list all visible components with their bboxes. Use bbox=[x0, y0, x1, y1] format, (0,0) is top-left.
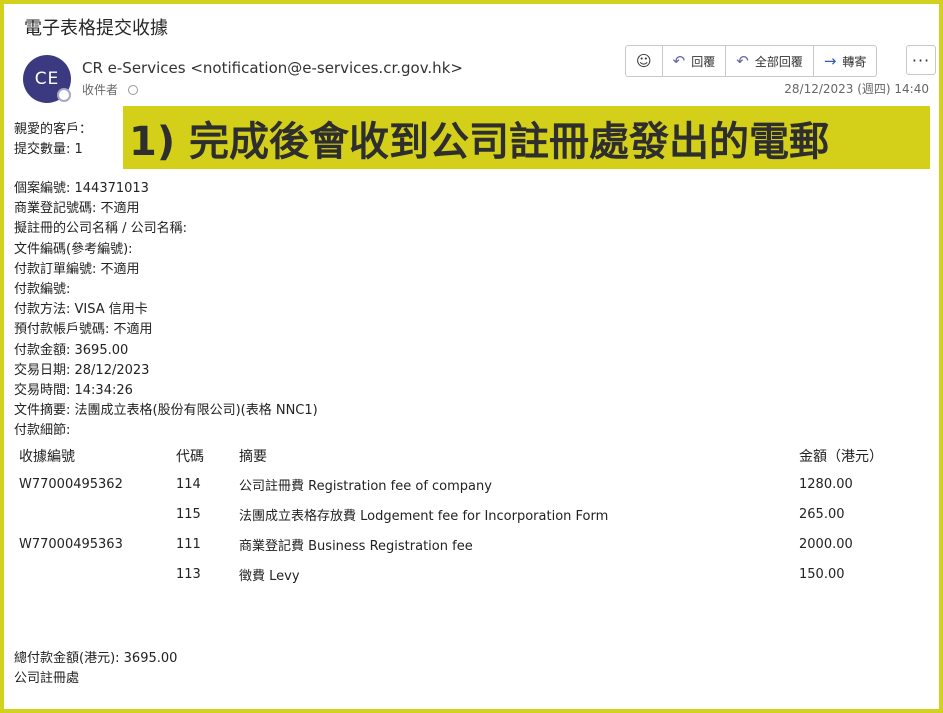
fee-code: 114 bbox=[176, 476, 201, 492]
message-date: 28/12/2023 (週四) 14:40 bbox=[784, 82, 929, 96]
recipient-label[interactable]: 收件者 bbox=[82, 81, 118, 98]
message-toolbar: ☺ ↶ 回覆 ↶ 全部回覆 → 轉寄 bbox=[625, 45, 878, 77]
greeting: 親愛的客戶： 提交數量: 1 bbox=[14, 120, 92, 160]
fees-table: 收據編號 代碼 摘要 金額（港元） W77000495362 114 公司註冊費… bbox=[14, 443, 899, 589]
submission-count: 提交數量: 1 bbox=[14, 142, 83, 157]
detail-line: 付款編號: bbox=[14, 282, 71, 298]
reply-all-button[interactable]: ↶ 全部回覆 bbox=[726, 46, 814, 76]
table-row: W77000495363 111 商業登記費 Business Registra… bbox=[14, 529, 899, 559]
reply-icon: ↶ bbox=[672, 51, 686, 70]
detail-line: 付款訂單編號: 不適用 bbox=[14, 261, 140, 277]
email-frame: 電子表格提交收據 CE CR e-Services <notification@… bbox=[0, 0, 943, 713]
total-amount: 總付款金額(港元): 3695.00 bbox=[14, 651, 178, 666]
annotation-banner: 1) 完成後會收到公司註冊處發出的電郵 bbox=[123, 106, 930, 169]
reply-all-label: 全部回覆 bbox=[754, 54, 803, 69]
column-header-summary: 摘要 bbox=[239, 449, 267, 465]
email-subject: 電子表格提交收據 bbox=[24, 18, 168, 39]
recipient-row: 收件者 bbox=[82, 81, 139, 98]
fee-amount: 1280.00 bbox=[799, 476, 853, 492]
receipt-number bbox=[14, 499, 171, 529]
fee-amount: 150.00 bbox=[799, 566, 845, 582]
fee-summary: 公司註冊費 Registration fee of company bbox=[239, 478, 492, 494]
table-row: 115 法團成立表格存放費 Lodgement fee for Incorpor… bbox=[14, 499, 899, 529]
table-row: W77000495362 114 公司註冊費 Registration fee … bbox=[14, 469, 899, 499]
detail-line: 付款金額: 3695.00 bbox=[14, 342, 129, 358]
avatar-initials: CE bbox=[34, 69, 60, 89]
detail-line: 文件摘要: 法團成立表格(股份有限公司)(表格 NNC1) bbox=[14, 403, 318, 419]
fee-amount: 2000.00 bbox=[799, 536, 853, 552]
table-header-row: 收據編號 代碼 摘要 金額（港元） bbox=[14, 443, 899, 469]
recipient-status-icon bbox=[128, 84, 139, 95]
fee-summary: 商業登記費 Business Registration fee bbox=[239, 538, 473, 554]
receipt-details: 個案編號: 144371013 商業登記號碼: 不適用 擬註冊的公司名稱 / 公… bbox=[14, 179, 318, 442]
presence-status-icon bbox=[57, 88, 71, 102]
column-header-code: 代碼 bbox=[176, 449, 204, 465]
receipt-number bbox=[14, 559, 171, 589]
emoji-icon: ☺ bbox=[636, 51, 652, 70]
fee-code: 111 bbox=[176, 536, 201, 552]
detail-line: 交易時間: 14:34:26 bbox=[14, 383, 133, 399]
reply-label: 回覆 bbox=[691, 54, 716, 69]
table-row: 113 徵費 Levy 150.00 bbox=[14, 559, 899, 589]
receipt-footer: 總付款金額(港元): 3695.00 公司註冊處 bbox=[14, 649, 177, 689]
receipt-number: W77000495362 bbox=[19, 476, 123, 492]
detail-line: 文件編碼(參考編號): bbox=[14, 241, 133, 257]
detail-line: 預付款帳戶號碼: 不適用 bbox=[14, 322, 153, 338]
fee-summary: 徵費 Levy bbox=[239, 568, 300, 584]
forward-button[interactable]: → 轉寄 bbox=[814, 46, 877, 76]
more-actions-button[interactable]: ··· bbox=[906, 45, 936, 75]
detail-line: 擬註冊的公司名稱 / 公司名稱: bbox=[14, 221, 188, 237]
fee-code: 115 bbox=[176, 506, 201, 522]
banner-text: 1) 完成後會收到公司註冊處發出的電郵 bbox=[129, 118, 830, 165]
detail-line: 交易日期: 28/12/2023 bbox=[14, 362, 150, 378]
detail-line: 付款細節: bbox=[14, 423, 71, 439]
greeting-salutation: 親愛的客戶： bbox=[14, 122, 93, 137]
more-icon: ··· bbox=[911, 50, 931, 70]
reply-button[interactable]: ↶ 回覆 bbox=[663, 46, 727, 76]
detail-line: 付款方法: VISA 信用卡 bbox=[14, 302, 148, 318]
column-header-receipt: 收據編號 bbox=[19, 449, 75, 465]
forward-label: 轉寄 bbox=[842, 54, 867, 69]
forward-icon: → bbox=[823, 51, 837, 70]
signature: 公司註冊處 bbox=[14, 671, 80, 686]
fee-amount: 265.00 bbox=[799, 506, 845, 522]
detail-line: 商業登記號碼: 不適用 bbox=[14, 201, 140, 217]
detail-line: 個案編號: 144371013 bbox=[14, 181, 149, 196]
reply-all-icon: ↶ bbox=[736, 51, 749, 70]
fee-summary: 法團成立表格存放費 Lodgement fee for Incorporatio… bbox=[239, 508, 609, 524]
fee-code: 113 bbox=[176, 566, 201, 582]
receipt-number: W77000495363 bbox=[19, 536, 123, 552]
sender-address[interactable]: CR e-Services <notification@e-services.c… bbox=[82, 59, 463, 77]
emoji-reaction-button[interactable]: ☺ bbox=[626, 46, 663, 76]
column-header-amount: 金額（港元） bbox=[799, 449, 883, 465]
